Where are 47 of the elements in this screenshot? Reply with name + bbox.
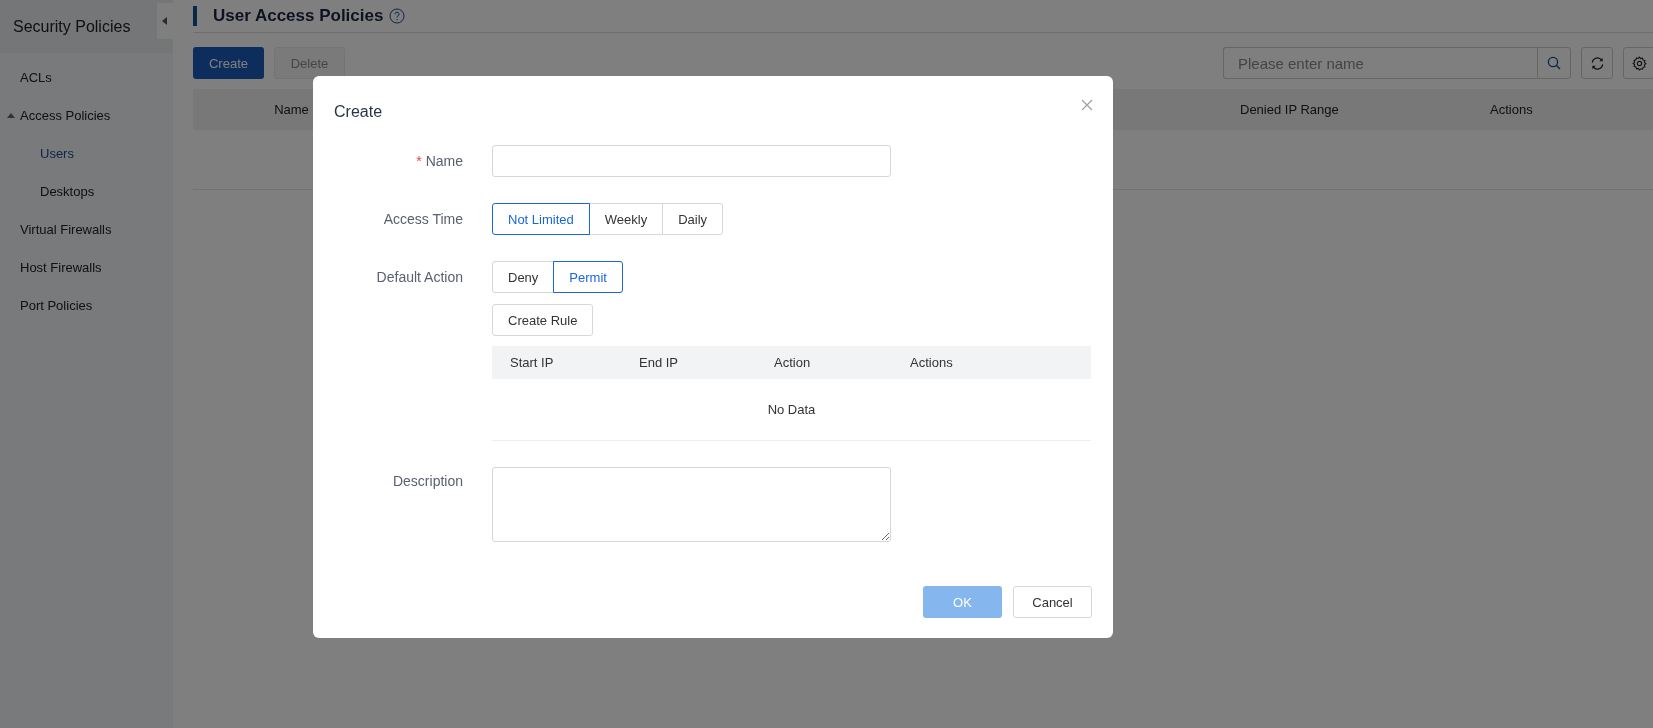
title-accent bbox=[193, 6, 197, 26]
page-title: User Access Policies bbox=[213, 6, 384, 26]
sidebar-title: Security Policies bbox=[12, 17, 131, 36]
sidebar-item[interactable]: ACLs bbox=[0, 58, 173, 96]
column-header: Action bbox=[774, 355, 812, 370]
help-icon[interactable] bbox=[389, 8, 406, 24]
empty-text: No Data bbox=[767, 402, 816, 417]
column-header: Start IP bbox=[510, 355, 555, 370]
sidebar-item[interactable]: Virtual Firewalls bbox=[0, 210, 173, 248]
column-header: Denied IP Range bbox=[1240, 102, 1340, 117]
search-field[interactable]: Please enter name bbox=[1223, 47, 1537, 79]
caret-left-icon bbox=[162, 16, 168, 25]
sidebar-item[interactable]: Host Firewalls bbox=[0, 248, 173, 286]
collapse-button[interactable] bbox=[157, 2, 173, 39]
field-label: Access Time bbox=[383, 211, 463, 227]
field-label: Default Action bbox=[376, 269, 463, 285]
refresh-icon bbox=[1589, 55, 1605, 71]
search-button[interactable] bbox=[1537, 47, 1571, 79]
caret-up-icon bbox=[7, 112, 15, 118]
segment-option[interactable]: Deny bbox=[492, 261, 555, 293]
settings-button[interactable] bbox=[1623, 47, 1653, 79]
close-icon bbox=[1081, 98, 1093, 111]
sidebar-item[interactable]: Users bbox=[0, 134, 173, 172]
sidebar-item[interactable]: Desktops bbox=[0, 172, 173, 210]
refresh-button[interactable] bbox=[1581, 47, 1613, 79]
description-input[interactable] bbox=[492, 467, 891, 542]
column-header: Actions bbox=[910, 355, 954, 370]
required-mark: * bbox=[416, 153, 422, 169]
settings-icon bbox=[1631, 55, 1647, 71]
field-label: Description bbox=[392, 473, 463, 489]
segment-option[interactable]: Not Limited bbox=[492, 203, 590, 235]
sidebar-item[interactable]: Port Policies bbox=[0, 286, 173, 324]
dialog-title: Create bbox=[334, 102, 383, 121]
segment-option[interactable]: Permit bbox=[553, 261, 623, 293]
dialog-button[interactable]: Cancel bbox=[1013, 586, 1092, 618]
search-icon bbox=[1547, 56, 1561, 70]
toolbar-button[interactable]: Create bbox=[193, 47, 264, 79]
column-header: Actions bbox=[1490, 102, 1534, 117]
sidebar-item[interactable]: Access Policies bbox=[0, 96, 173, 134]
column-header: Name bbox=[274, 102, 309, 117]
create-rule-button[interactable]: Create Rule bbox=[492, 304, 594, 336]
column-header: End IP bbox=[639, 355, 680, 370]
name-input[interactable] bbox=[492, 145, 891, 177]
field-label: Name bbox=[425, 153, 463, 169]
segment-option[interactable]: Daily bbox=[662, 203, 724, 235]
close-button[interactable] bbox=[1081, 98, 1093, 111]
segment-option[interactable]: Weekly bbox=[588, 203, 664, 235]
